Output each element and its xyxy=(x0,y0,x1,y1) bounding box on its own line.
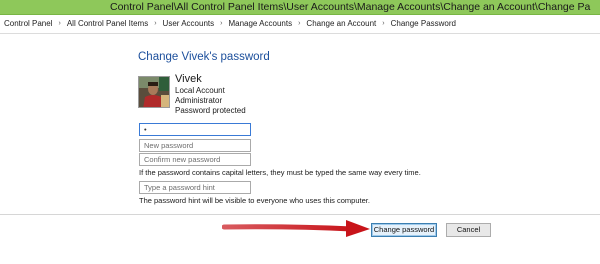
window-title: Control Panel\All Control Panel Items\Us… xyxy=(110,1,591,13)
current-password-field[interactable] xyxy=(139,123,251,136)
red-arrow-annotation xyxy=(222,220,370,237)
new-password-field[interactable] xyxy=(139,139,251,152)
breadcrumb-all-control-panel-items[interactable]: All Control Panel Items xyxy=(67,15,148,33)
password-hint-field[interactable] xyxy=(139,181,251,194)
breadcrumb-control-panel[interactable]: Control Panel xyxy=(4,15,52,33)
breadcrumb-change-password[interactable]: Change Password xyxy=(391,15,456,33)
confirm-password-field[interactable] xyxy=(139,153,251,166)
change-password-button[interactable]: Change password xyxy=(371,223,437,237)
breadcrumb-separator: › xyxy=(382,20,385,27)
window-title-bar[interactable]: Control Panel\All Control Panel Items\Us… xyxy=(0,0,600,15)
breadcrumb-separator: › xyxy=(298,20,301,27)
account-role: Administrator xyxy=(175,96,223,105)
account-name: Vivek xyxy=(175,73,202,85)
breadcrumb-change-an-account[interactable]: Change an Account xyxy=(306,15,376,33)
avatar xyxy=(138,76,170,108)
breadcrumb-user-accounts[interactable]: User Accounts xyxy=(163,15,215,33)
account-status: Password protected xyxy=(175,106,246,115)
footer-divider xyxy=(0,214,600,215)
cancel-button[interactable]: Cancel xyxy=(446,223,491,237)
breadcrumb-separator: › xyxy=(220,20,223,27)
account-type: Local Account xyxy=(175,86,225,95)
page-title: Change Vivek's password xyxy=(138,51,270,63)
breadcrumb: Control Panel › All Control Panel Items … xyxy=(0,15,600,34)
breadcrumb-separator: › xyxy=(58,20,61,27)
hint-note: The password hint will be visible to eve… xyxy=(139,196,370,205)
breadcrumb-manage-accounts[interactable]: Manage Accounts xyxy=(228,15,292,33)
caps-note: If the password contains capital letters… xyxy=(139,168,421,177)
breadcrumb-separator: › xyxy=(154,20,157,27)
